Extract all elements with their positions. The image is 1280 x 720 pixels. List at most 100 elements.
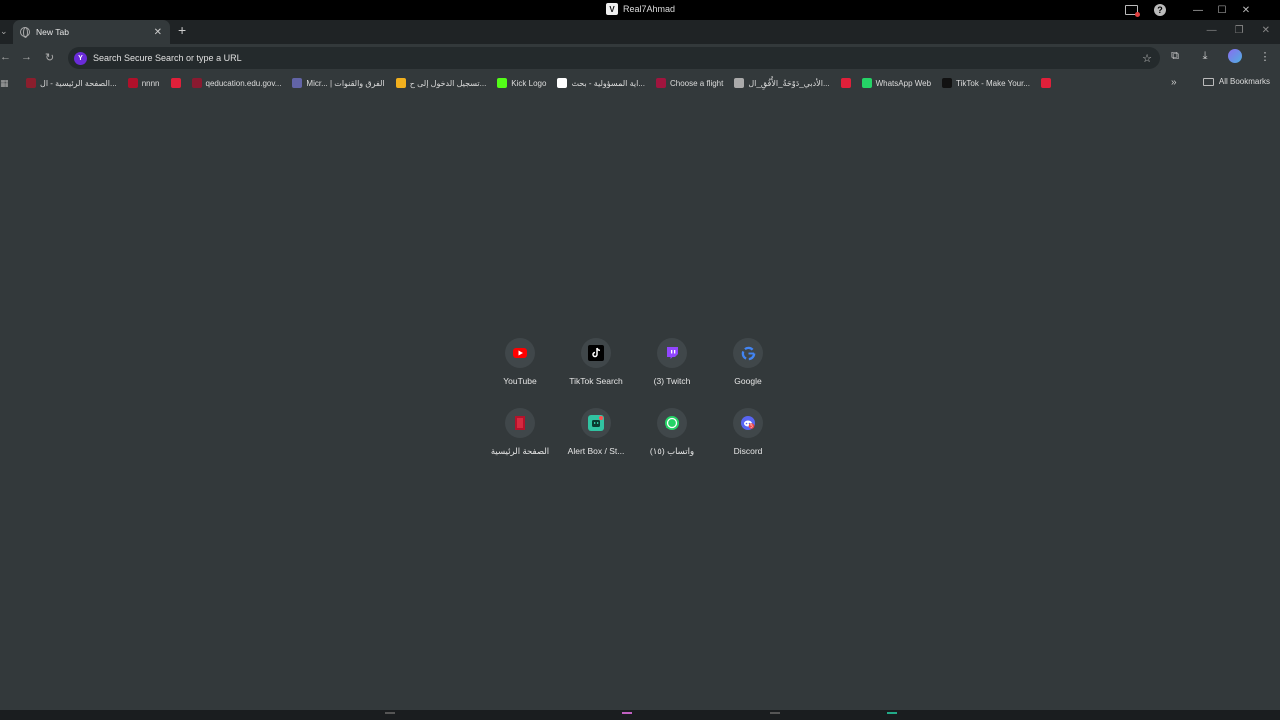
shortcut-tile[interactable]: YouTube <box>482 338 558 386</box>
bookmark-favicon-icon <box>1041 78 1052 88</box>
address-bar[interactable]: Y Search Secure Search or type a URL ☆ <box>68 47 1160 69</box>
extensions-icon[interactable]: ⧉ <box>1168 50 1182 63</box>
shortcut-tile[interactable]: (3) Twitch <box>634 338 710 386</box>
taskbar-item[interactable] <box>622 712 632 714</box>
new-tab-button[interactable]: + <box>178 22 186 38</box>
bookmark-label: qeducation.edu.gov... <box>205 78 282 88</box>
bookmark-label: WhatsApp Web <box>875 78 932 88</box>
bookmark-item[interactable]: الصفحة الرئيسية - ال... <box>26 78 117 88</box>
bookmark-label: اية المسؤولية - بحث... <box>571 78 645 88</box>
app-logo-icon: V <box>606 3 618 15</box>
shortcut-tile[interactable]: 5 Discord <box>710 408 786 457</box>
taskbar <box>0 710 1280 720</box>
taskbar-item[interactable] <box>385 712 395 714</box>
help-icon[interactable]: ? <box>1154 4 1166 16</box>
browser-close-button[interactable]: ✕ <box>1262 25 1270 36</box>
bookmark-label: الصفحة الرئيسية - ال... <box>40 78 117 88</box>
shortcut-label: الصفحة الرئيسية <box>490 446 550 456</box>
maximize-button[interactable]: ☐ <box>1210 3 1234 17</box>
bookmark-item[interactable] <box>170 78 181 88</box>
bookmark-item[interactable] <box>1041 78 1052 88</box>
bookmark-favicon-icon <box>191 78 202 88</box>
bookmark-favicon-icon <box>170 78 181 88</box>
bookmark-favicon-icon <box>861 78 872 88</box>
reload-button[interactable]: ↻ <box>45 51 54 64</box>
bookmark-star-icon[interactable]: ☆ <box>1142 52 1152 65</box>
home-page-icon <box>505 408 535 438</box>
bookmark-item[interactable]: Kick Logo <box>497 78 546 88</box>
browser-restore-button[interactable]: ❐ <box>1235 25 1244 36</box>
bookmark-item[interactable]: TikTok - Make Your... <box>942 78 1030 88</box>
os-titlebar: V Real7Ahmad ? — ☐ ✕ <box>0 0 1280 20</box>
bookmark-favicon-icon <box>26 78 36 88</box>
window-title: Real7Ahmad <box>623 4 676 14</box>
svg-text:5: 5 <box>750 424 753 429</box>
shortcut-label: Alert Box / St... <box>567 446 625 456</box>
tab-new-tab[interactable]: New Tab ✕ <box>13 20 170 44</box>
bookmark-item[interactable]: Choose a flight <box>655 78 724 88</box>
bookmark-favicon-icon <box>395 78 406 88</box>
close-window-button[interactable]: ✕ <box>1234 3 1258 17</box>
bookmark-label: nnnn <box>141 78 160 88</box>
bookmark-item[interactable]: اية المسؤولية - بحث... <box>557 78 645 88</box>
shortcut-label: TikTok Search <box>569 376 623 386</box>
bookmark-label: الأدبي_دَوْحَةُ_الأُفُقِ_ال... <box>748 78 830 88</box>
new-tab-page: YouTube TikTok Search (3) Twitch Google الصف… <box>0 94 1280 710</box>
address-bar-placeholder: Search Secure Search or type a URL <box>93 53 242 63</box>
folder-icon <box>1202 77 1214 86</box>
bookmark-favicon-icon <box>942 78 953 88</box>
taskbar-item[interactable] <box>770 712 780 714</box>
more-bookmarks-button[interactable]: » <box>1171 77 1177 88</box>
tab-title: New Tab <box>36 27 69 37</box>
tab-search-icon[interactable]: ⌄ <box>0 26 8 37</box>
bookmark-item[interactable]: nnnn <box>127 78 160 88</box>
all-bookmarks-label: All Bookmarks <box>1218 77 1270 86</box>
shortcut-tile[interactable]: TikTok Search <box>558 338 634 386</box>
youtube-icon <box>505 338 535 368</box>
shortcut-tile[interactable]: Google <box>710 338 786 386</box>
bookmark-item[interactable]: تسجيل الدخول إلى ح... <box>395 78 487 88</box>
bookmark-item[interactable]: Micr... | الفرق والقنوات <box>292 78 385 88</box>
taskbar-item[interactable] <box>887 712 897 714</box>
whatsapp-icon <box>657 408 687 438</box>
shortcut-label: (١٥) واتساب <box>649 446 695 456</box>
bookmark-favicon-icon <box>840 78 851 88</box>
screen-cast-icon[interactable] <box>1125 5 1140 17</box>
tab-close-icon[interactable]: ✕ <box>154 27 162 38</box>
discord-icon: 5 <box>733 408 763 438</box>
shortcut-label: Discord <box>733 446 763 456</box>
bookmark-item[interactable]: الأدبي_دَوْحَةُ_الأُفُقِ_ال... <box>734 78 830 88</box>
minimize-button[interactable]: — <box>1186 3 1210 17</box>
shortcut-tile[interactable]: Alert Box / St... <box>558 408 634 457</box>
browser-toolbar: ← → ↻ Y Search Secure Search or type a U… <box>0 44 1280 72</box>
bookmark-label: Choose a flight <box>669 78 724 88</box>
shortcut-tile[interactable]: (١٥) واتساب <box>634 408 710 457</box>
bookmark-label: Kick Logo <box>511 78 547 88</box>
profile-avatar[interactable] <box>1228 49 1242 63</box>
bookmark-item[interactable]: WhatsApp Web <box>861 78 932 88</box>
back-button[interactable]: ← <box>0 51 11 63</box>
browser-minimize-button[interactable]: — <box>1207 25 1217 36</box>
download-icon[interactable]: ⤓ <box>1198 50 1212 63</box>
bookmark-favicon-icon <box>557 78 568 88</box>
apps-grid-icon[interactable]: ▦ <box>0 78 9 89</box>
globe-icon <box>20 27 30 38</box>
bookmark-favicon-icon <box>734 78 745 88</box>
streamlabs-icon <box>581 408 611 438</box>
menu-icon[interactable]: ⋮ <box>1258 50 1272 63</box>
shortcut-tile[interactable]: الصفحة الرئيسية <box>482 408 558 457</box>
forward-button[interactable]: → <box>21 51 32 63</box>
bookmark-item[interactable] <box>840 78 851 88</box>
bookmark-label: TikTok - Make Your... <box>956 78 1031 88</box>
shortcut-label: Google <box>734 376 762 386</box>
bookmark-favicon-icon <box>292 78 303 88</box>
bookmark-label: تسجيل الدخول إلى ح... <box>409 78 487 88</box>
all-bookmarks-button[interactable]: All Bookmarks <box>1202 77 1270 86</box>
os-controls: ? — ☐ ✕ <box>1125 3 1258 17</box>
shortcut-grid: YouTube TikTok Search (3) Twitch Google الصف… <box>482 338 786 457</box>
tab-strip: ⌄ New Tab ✕ + — ❐ ✕ <box>0 20 1280 44</box>
bookmark-item[interactable]: qeducation.edu.gov... <box>191 78 282 88</box>
bookmark-favicon-icon <box>497 78 508 88</box>
bookmark-favicon-icon <box>655 78 666 88</box>
shortcut-label: YouTube <box>503 376 537 386</box>
